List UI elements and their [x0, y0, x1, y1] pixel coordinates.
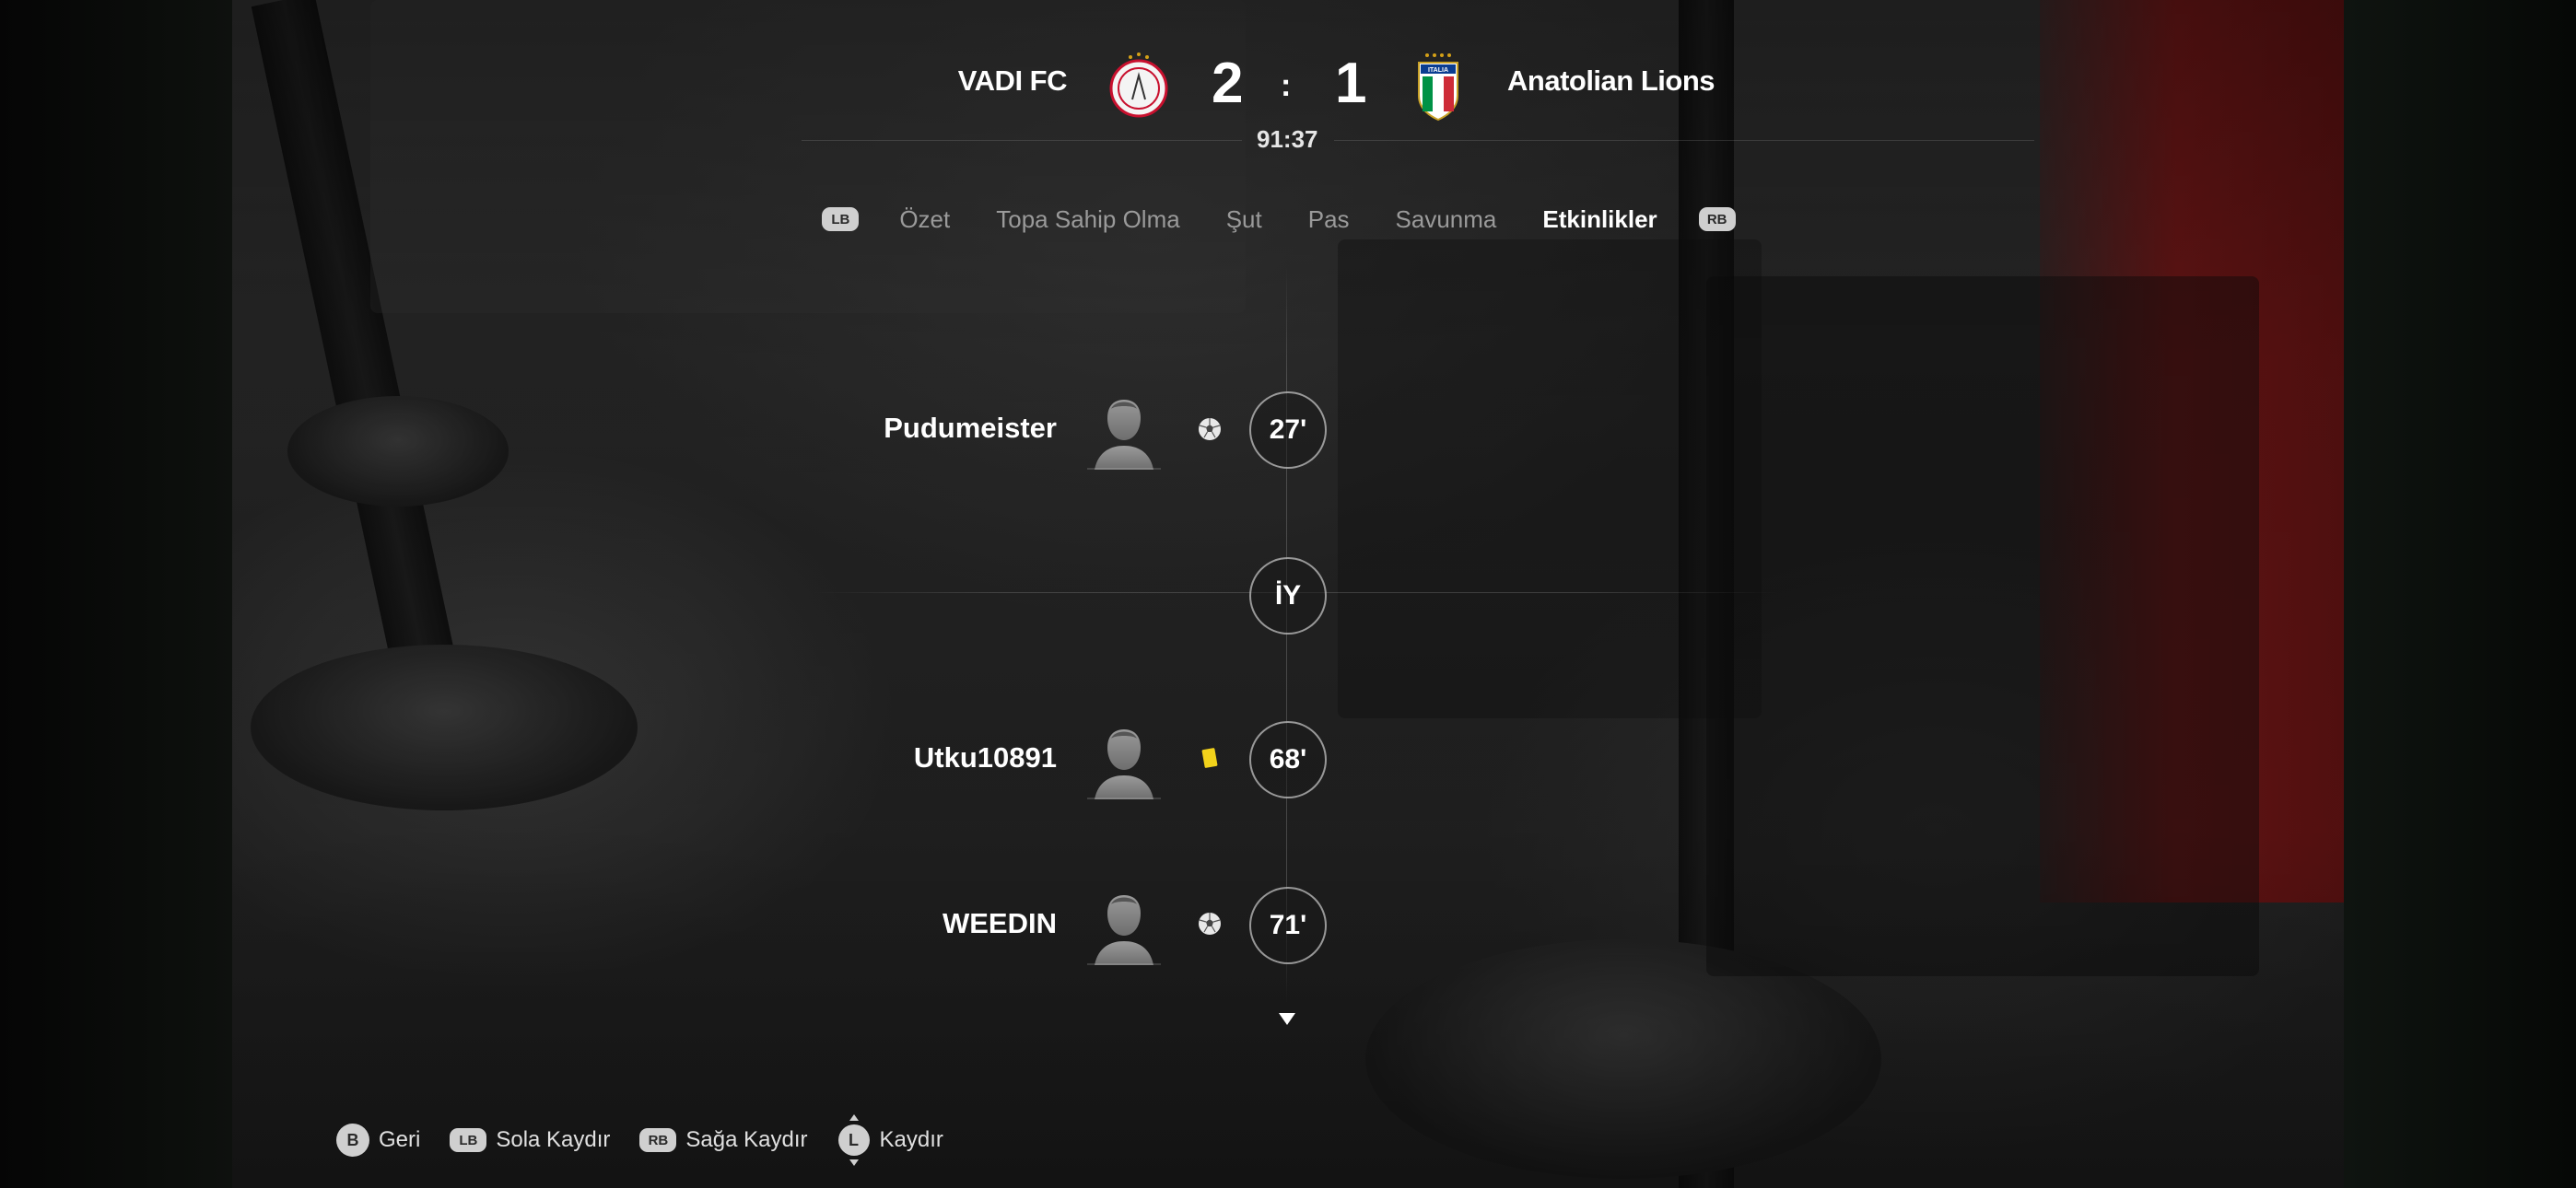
- scroll-down-arrow-icon[interactable]: [1279, 1013, 1295, 1025]
- letterbox-right: [2344, 0, 2576, 1188]
- event-player-name: Utku10891: [913, 741, 1057, 774]
- player-avatar-icon: [1087, 400, 1161, 470]
- event-player-name: Pudumeister: [884, 412, 1057, 444]
- away-team-name: Anatolian Lions: [1507, 64, 1715, 97]
- home-team-name: VADI FC: [957, 64, 1068, 97]
- player-avatar-icon: [1087, 895, 1161, 965]
- event-minute-badge: 71': [1249, 887, 1327, 964]
- svg-text:ITALIA: ITALIA: [1428, 67, 1448, 74]
- header-divider-right: [1334, 140, 2034, 141]
- ball-icon: [1199, 418, 1221, 440]
- back-label[interactable]: Geri: [379, 1127, 420, 1153]
- score-separator: :: [1281, 68, 1292, 103]
- header-divider-left: [802, 140, 1242, 141]
- tab-topa-sahip-olma[interactable]: Topa Sahip Olma: [973, 205, 1202, 234]
- tab-pas[interactable]: Pas: [1285, 205, 1373, 234]
- away-score: 1: [1335, 52, 1367, 115]
- tab-ozet[interactable]: Özet: [899, 205, 973, 234]
- l-stick-label: L: [849, 1130, 860, 1149]
- match-events-screen: VADI FC 2 : 1 ITALIA Anatolian Lions 91:…: [0, 0, 2576, 1188]
- tab-sut[interactable]: Şut: [1203, 205, 1285, 234]
- lb-button-icon[interactable]: LB: [822, 207, 860, 231]
- rb-button-icon[interactable]: RB: [1698, 207, 1736, 231]
- match-clock: 91:37: [1257, 125, 1318, 153]
- stats-tab-bar: LB Özet Topa Sahip Olma Şut Pas Savunma …: [0, 201, 2576, 238]
- scroll-label[interactable]: Kaydır: [880, 1127, 943, 1153]
- home-score: 2: [1212, 52, 1244, 115]
- button-hints-bar: B Geri LB Sola Kaydır RB Sağa Kaydır L K…: [336, 1114, 964, 1166]
- scroll-left-label[interactable]: Sola Kaydır: [496, 1127, 610, 1153]
- lb-button-icon[interactable]: LB: [450, 1128, 487, 1152]
- tab-etkinlikler[interactable]: Etkinlikler: [1519, 205, 1680, 234]
- player-avatar-icon: [1087, 729, 1161, 799]
- scroll-right-label[interactable]: Sağa Kaydır: [685, 1127, 807, 1153]
- yellow-card-icon: [1201, 748, 1218, 768]
- letterbox-left: [0, 0, 232, 1188]
- event-player-name: WEEDIN: [943, 907, 1057, 939]
- b-button-icon[interactable]: B: [336, 1124, 369, 1157]
- event-minute-badge: 68': [1249, 721, 1327, 798]
- ball-icon: [1199, 913, 1221, 935]
- away-team-crest-icon: ITALIA: [1418, 53, 1458, 122]
- tab-savunma[interactable]: Savunma: [1373, 205, 1520, 234]
- event-minute-badge: 27': [1249, 391, 1327, 469]
- rb-button-icon[interactable]: RB: [639, 1128, 677, 1152]
- half-time-marker: İY: [1249, 557, 1327, 635]
- home-team-crest-icon: [1109, 52, 1168, 118]
- left-stick-icon[interactable]: L: [837, 1112, 871, 1168]
